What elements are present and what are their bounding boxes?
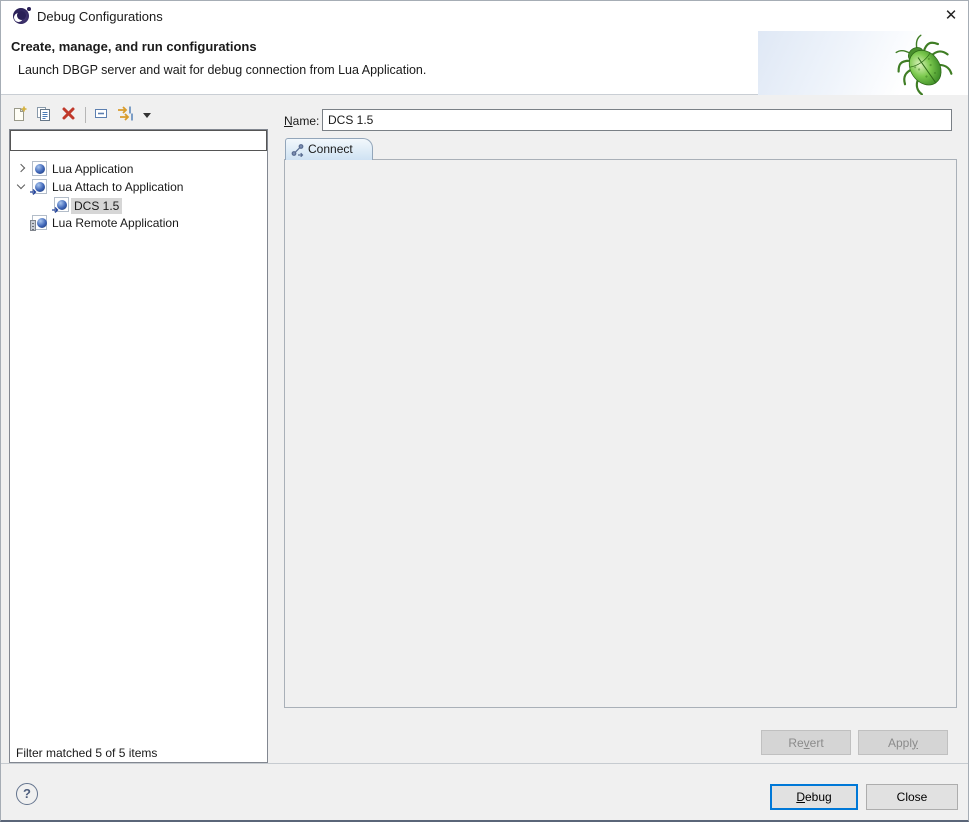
close-button[interactable]: Close [866, 784, 958, 810]
filter-input[interactable] [10, 130, 267, 151]
tab-connect[interactable]: Connect [285, 138, 373, 160]
footer-separator [1, 763, 969, 764]
tree-item-label: Lua Remote Application [52, 216, 179, 230]
lua-application-icon [32, 161, 47, 176]
tree-item-label: Lua Application [52, 162, 133, 176]
window-title: Debug Configurations [37, 9, 163, 24]
lua-remote-icon [32, 215, 47, 230]
title-bar: Debug Configurations ✕ [1, 1, 968, 31]
filter-configurations-icon[interactable] [116, 105, 138, 125]
tree-item-label-selected: DCS 1.5 [71, 198, 122, 214]
filter-status-text: Filter matched 5 of 5 items [16, 746, 157, 760]
filter-menu-caret-icon[interactable] [143, 113, 151, 118]
ldt-logo-icon [13, 8, 29, 24]
name-label: Name: [284, 114, 319, 128]
page-subtitle: Launch DBGP server and wait for debug co… [18, 63, 426, 77]
chevron-down-icon[interactable] [17, 181, 25, 189]
new-configuration-icon[interactable] [11, 105, 33, 125]
name-input[interactable] [322, 109, 952, 131]
lua-attach-icon [54, 197, 69, 212]
chevron-right-icon[interactable] [17, 164, 25, 172]
lua-attach-icon [32, 179, 47, 194]
page-title: Create, manage, and run configurations [11, 39, 257, 54]
tree-item-lua-application[interactable]: Lua Application [10, 160, 267, 178]
connect-icon [291, 143, 305, 157]
debug-configurations-dialog: Debug Configurations ✕ [0, 0, 969, 822]
revert-button: Revert [761, 730, 851, 755]
toolbar-separator [85, 107, 86, 123]
help-button[interactable]: ? [16, 783, 38, 805]
tree-item-lua-remote[interactable]: Lua Remote Application [10, 214, 267, 232]
tree-item-lua-attach[interactable]: Lua Attach to Application [10, 178, 267, 196]
connect-tab-content [284, 159, 957, 708]
collapse-all-icon[interactable] [93, 105, 115, 125]
close-icon[interactable]: ✕ [937, 4, 965, 28]
tree-item-dcs-15[interactable]: DCS 1.5 [10, 196, 267, 214]
bug-image [887, 33, 961, 98]
delete-configuration-icon[interactable] [60, 105, 82, 125]
apply-button: Apply [858, 730, 948, 755]
debug-button[interactable]: Debug [770, 784, 858, 810]
header-banner: Create, manage, and run configurations L… [1, 31, 968, 95]
duplicate-configuration-icon[interactable] [35, 105, 57, 125]
configurations-panel: Lua Application Lua Attach to Applicatio… [9, 129, 268, 763]
tree-item-label: Lua Attach to Application [52, 180, 183, 194]
tab-label: Connect [308, 142, 353, 156]
